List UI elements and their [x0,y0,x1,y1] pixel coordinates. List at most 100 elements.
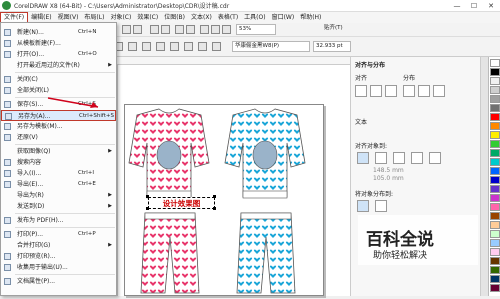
file-menu-item[interactable]: 打印预览(R)... [1,251,116,262]
color-swatch[interactable] [490,230,500,238]
align-right-icon[interactable] [385,85,397,97]
align-to-point-icon[interactable] [429,152,441,164]
color-swatch[interactable] [490,59,500,67]
distribute-tab[interactable]: 分布 [403,73,415,82]
file-menu-item[interactable]: 另存为模板(M)... [1,121,116,132]
file-menu-item[interactable]: 打印(P)... Ctrl+P [1,229,116,240]
align-to-page-edge-icon[interactable] [375,152,387,164]
toolbar-icon[interactable] [211,25,220,34]
color-swatch[interactable] [490,239,500,247]
property-icon[interactable] [212,42,221,51]
align-to-page-center-icon[interactable] [393,152,405,164]
align-left-icon[interactable] [355,85,367,97]
menu-10[interactable]: 窗口(W) [269,12,298,23]
horizontal-ruler[interactable] [110,57,350,65]
toolbar-icon[interactable] [186,25,195,34]
property-icon[interactable] [128,42,137,51]
file-menu-item[interactable]: 收集用于输出(U)... [1,262,116,273]
color-swatch[interactable] [490,185,500,193]
file-menu-item[interactable]: 导出为(R) ▶ [1,190,116,201]
x-coordinate-field[interactable]: 148.5 mm [373,167,404,174]
color-swatch[interactable] [490,95,500,103]
file-menu-item[interactable]: 合并打印(G) ▶ [1,240,116,251]
color-swatch[interactable] [490,194,500,202]
property-icon[interactable] [184,42,193,51]
font-size-select[interactable]: 32.933 pt [313,41,351,52]
distribute-to-selection-icon[interactable] [357,200,369,212]
file-menu-item[interactable]: 发送到(D) ▶ [1,201,116,212]
file-menu-item[interactable]: 还原(V) [1,132,116,143]
minimize-button[interactable]: — [450,0,464,12]
file-menu-item[interactable]: 发布为 PDF(H)... [1,215,116,226]
color-swatch[interactable] [490,203,500,211]
file-menu-item[interactable]: 关闭(C) [1,74,116,85]
color-swatch[interactable] [490,158,500,166]
distribute-left-icon[interactable] [403,85,415,97]
align-to-grid-icon[interactable] [411,152,423,164]
toolbar-icon[interactable] [222,25,231,34]
file-menu-item[interactable]: 文档属性(P)... [1,276,116,287]
toolbar-icon[interactable] [161,25,170,34]
file-menu-item[interactable]: 从模板新建(F)... [1,38,116,49]
menu-7[interactable]: 文本(X) [188,12,215,23]
docker-tab-strip[interactable] [480,57,488,296]
color-swatch[interactable] [490,113,500,121]
selection-handle[interactable] [213,195,216,198]
property-icon[interactable] [198,42,207,51]
toolbar-icon[interactable] [150,25,159,34]
color-swatch[interactable] [490,257,500,265]
color-swatch[interactable] [490,212,500,220]
property-icon[interactable] [142,42,151,51]
color-swatch[interactable] [490,104,500,112]
file-menu-item[interactable]: 新建(N)... Ctrl+N [1,27,116,38]
color-swatch[interactable] [490,221,500,229]
file-menu-item[interactable]: 导出(E)... Ctrl+E [1,179,116,190]
color-swatch[interactable] [490,68,500,76]
color-swatch[interactable] [490,149,500,157]
menu-8[interactable]: 表格(T) [215,12,241,23]
align-tab[interactable]: 对齐 [355,73,367,82]
color-swatch[interactable] [490,176,500,184]
color-swatch[interactable] [490,248,500,256]
align-center-icon[interactable] [370,85,382,97]
toolbar-icon[interactable] [122,25,131,34]
property-icon[interactable] [156,42,165,51]
align-to-active-objects-icon[interactable] [357,152,369,164]
maximize-button[interactable]: ☐ [467,0,481,12]
design-label-text[interactable]: 设计效果图 [148,197,215,209]
color-swatch[interactable] [490,284,500,292]
distribute-center-icon[interactable] [418,85,430,97]
y-coordinate-field[interactable]: 105.0 mm [373,175,404,182]
selection-handle[interactable] [213,207,216,210]
color-swatch[interactable] [490,140,500,148]
file-menu-item[interactable]: 打开(O)... Ctrl+O [1,49,116,60]
color-swatch[interactable] [490,122,500,130]
toolbar-icon[interactable] [133,25,142,34]
color-swatch[interactable] [490,86,500,94]
menu-11[interactable]: 帮助(H) [297,12,324,23]
zoom-level-select[interactable]: 53% [236,24,276,35]
file-menu-item[interactable]: 搜索内容 [1,157,116,168]
color-swatch[interactable] [490,77,500,85]
close-window-button[interactable]: ✕ [484,0,498,12]
snap-to-menu[interactable]: 贴齐(T) [322,24,356,35]
file-menu-item[interactable]: 另存为(A)... Ctrl+Shift+S [1,110,116,121]
color-swatch[interactable] [490,167,500,175]
color-swatch[interactable] [490,131,500,139]
selection-handle[interactable] [146,207,149,210]
menu-6[interactable]: 位图(B) [161,12,188,23]
toolbar-icon[interactable] [200,25,209,34]
toolbar-icon[interactable] [175,25,184,34]
font-family-select[interactable]: 华康俪金黑W8(P) [232,41,310,52]
file-menu-item[interactable]: 打开最近用过的文件(R) ▶ [1,60,116,71]
file-menu-item[interactable]: 全部关闭(L) [1,85,116,96]
file-menu-item[interactable]: 获取图像(Q) ▶ [1,146,116,157]
property-icon[interactable] [170,42,179,51]
selection-handle[interactable] [146,195,149,198]
menu-9[interactable]: 工具(O) [241,12,268,23]
color-swatch[interactable] [490,266,500,274]
menu-5[interactable]: 效果(C) [134,12,161,23]
color-swatch[interactable] [490,275,500,283]
distribute-to-page-icon[interactable] [375,200,387,212]
distribute-right-icon[interactable] [433,85,445,97]
